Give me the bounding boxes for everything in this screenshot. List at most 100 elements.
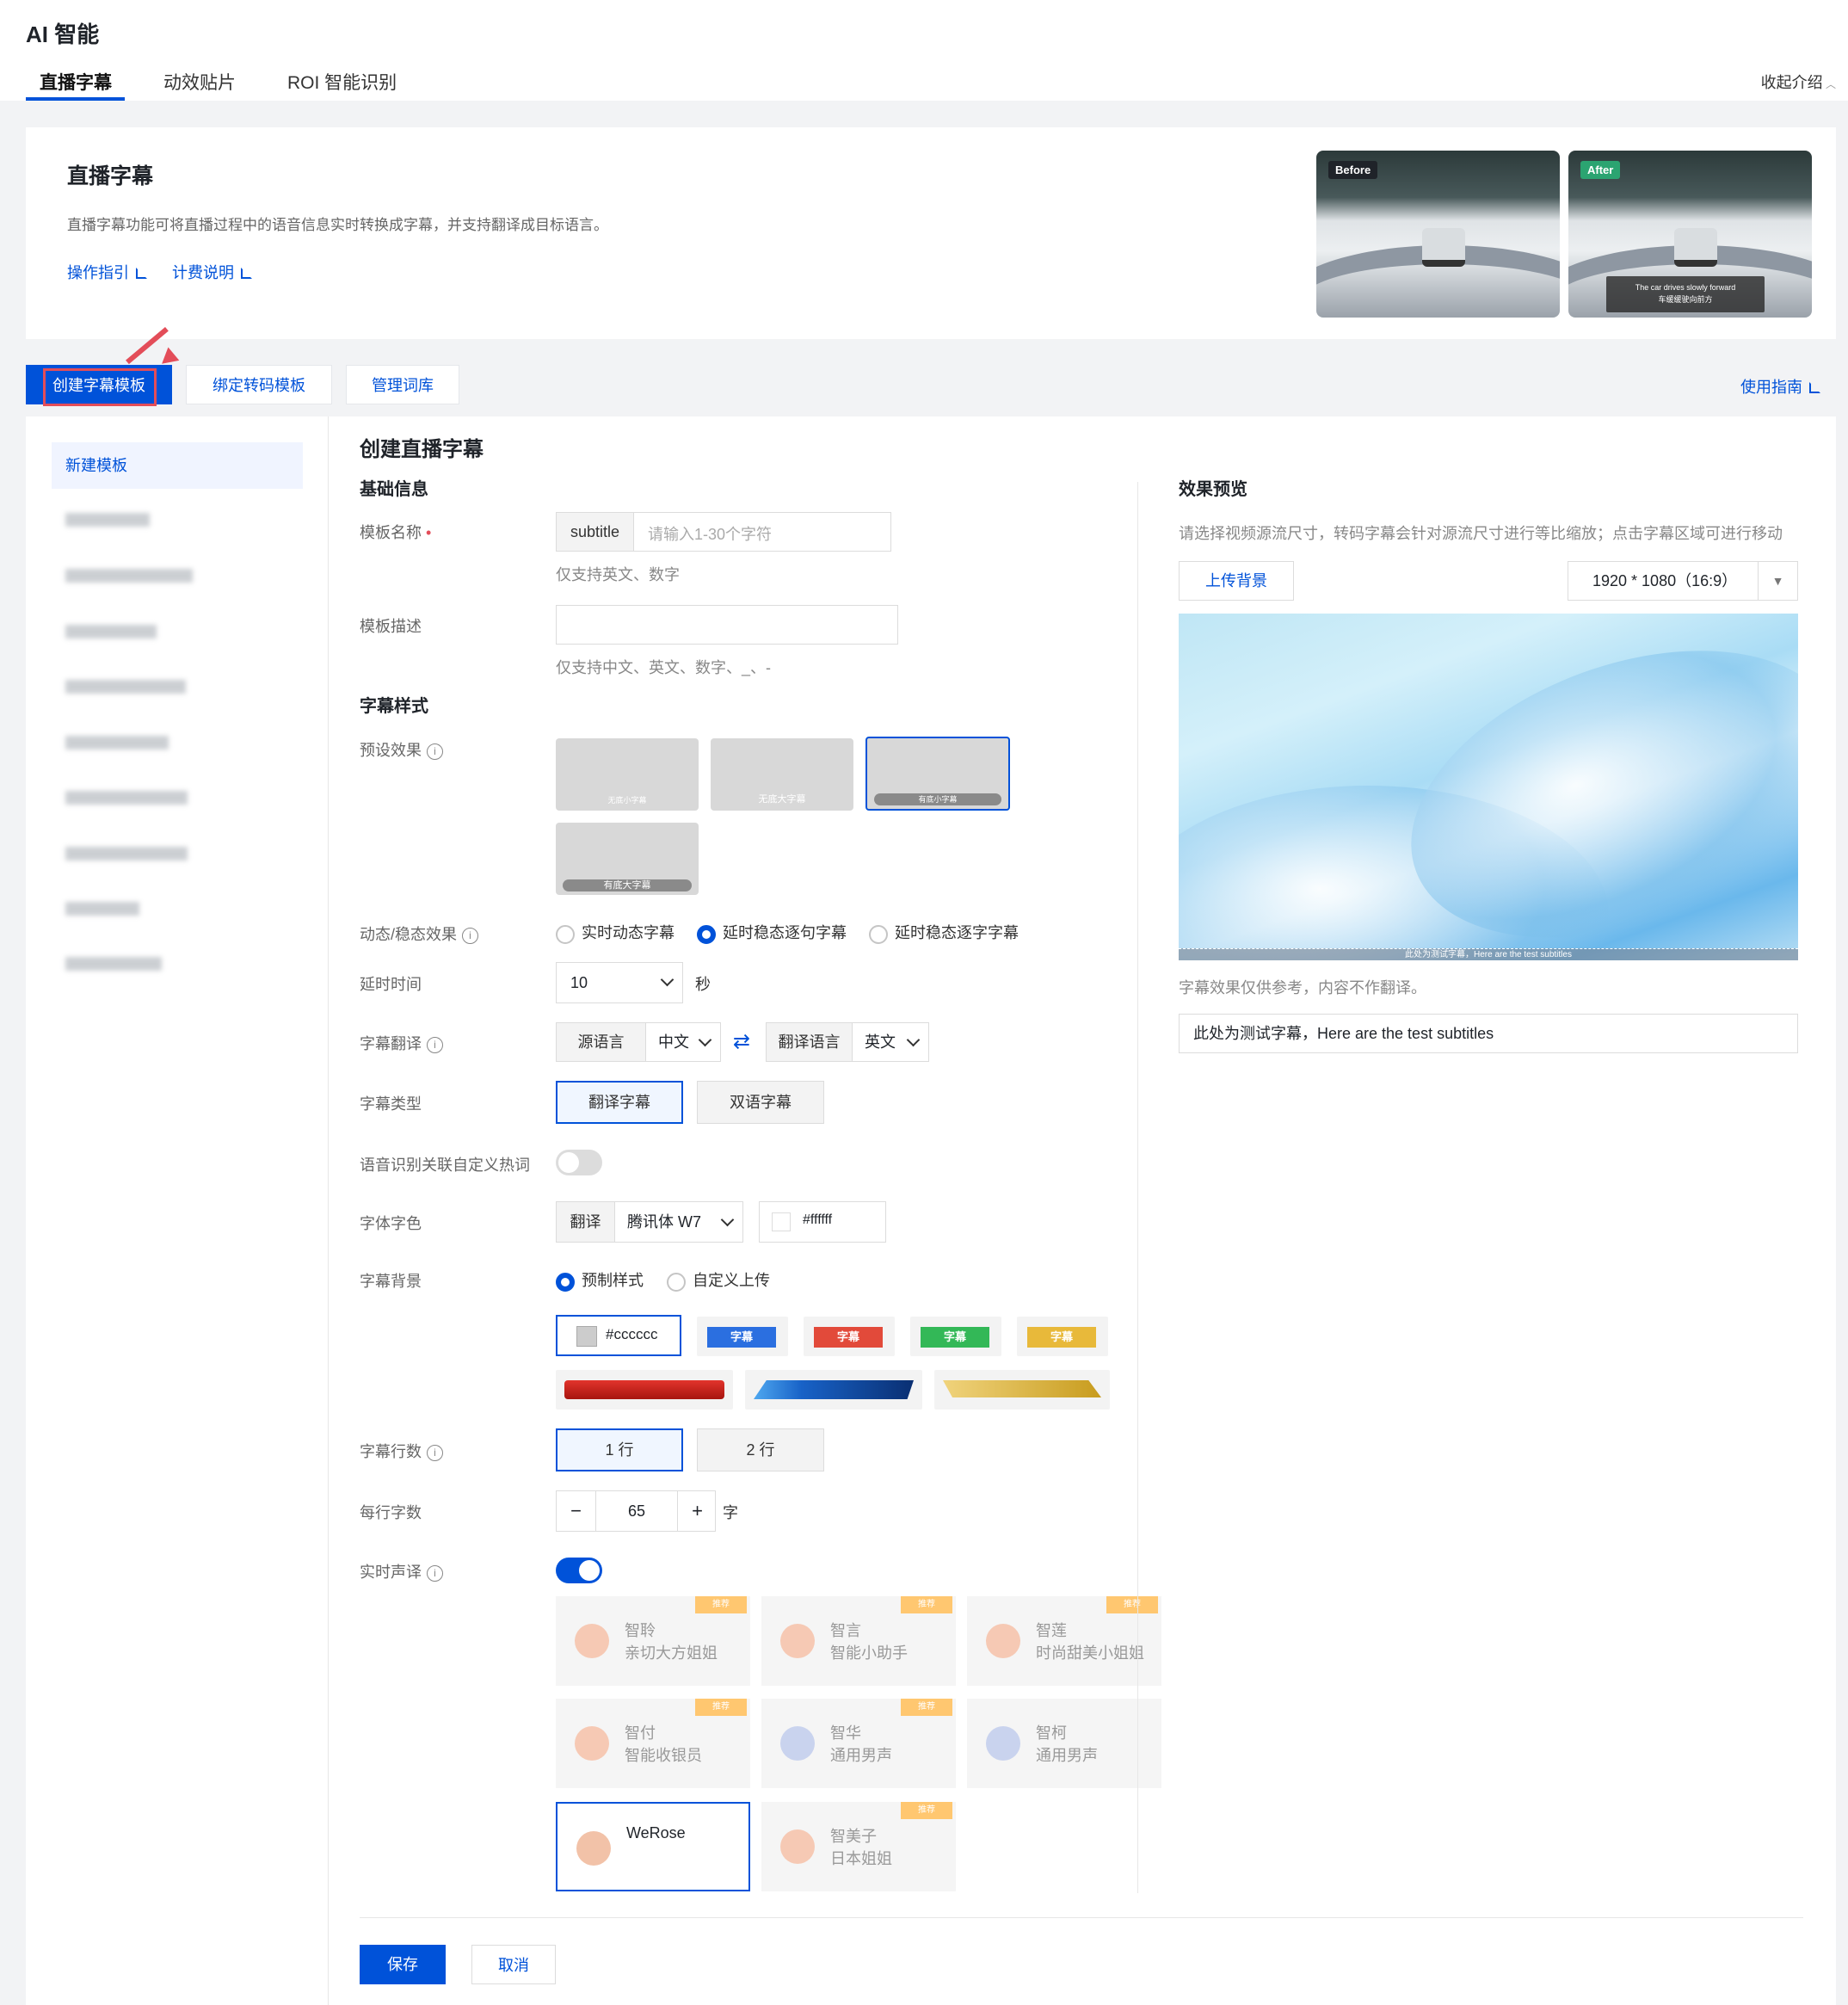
voice-name: 智付 (625, 1724, 656, 1742)
recommend-tag: 推荐 (1106, 1596, 1158, 1613)
hotword-toggle[interactable] (556, 1150, 602, 1175)
template-name-field[interactable]: subtitle 请输入1-30个字符 (556, 512, 891, 552)
info-icon[interactable]: i (427, 1444, 443, 1461)
sidebar-item[interactable] (65, 736, 169, 750)
lines-two-button[interactable]: 2 行 (697, 1428, 824, 1471)
delay-select[interactable]: 10 (556, 962, 683, 1003)
bg-blue-option[interactable]: 字幕 (697, 1317, 788, 1356)
voice-desc: 通用男声 (830, 1747, 892, 1764)
top-bar (0, 0, 1848, 101)
source-lang-select[interactable]: 中文 (646, 1023, 722, 1061)
tab-roi[interactable]: ROI 智能识别 (287, 69, 397, 95)
bg-gold-bar-option[interactable] (934, 1370, 1110, 1410)
avatar (780, 1624, 815, 1658)
bg-color-option[interactable]: #cccccc (556, 1315, 681, 1356)
usage-guide-link[interactable]: 使用指南 (1740, 375, 1820, 398)
radio-icon (869, 924, 888, 944)
font-select[interactable]: 腾讯体 W7 (615, 1202, 744, 1242)
minus-button[interactable]: − (557, 1491, 596, 1531)
sidebar-divider (328, 416, 329, 2005)
sidebar-item[interactable] (65, 957, 162, 971)
sidebar-item[interactable] (65, 791, 188, 805)
bg-color-value: #cccccc (606, 1326, 658, 1342)
avatar (986, 1726, 1020, 1761)
radio-checked-icon (556, 1272, 575, 1292)
info-icon[interactable]: i (427, 1564, 443, 1582)
bg-preset-radio[interactable]: 预制样式 (556, 1268, 644, 1292)
bg-green-option[interactable]: 字幕 (910, 1317, 1001, 1356)
manage-lexicon-tab[interactable]: 管理词库 (346, 365, 459, 404)
recommend-tag: 推荐 (901, 1699, 952, 1716)
sidebar-item[interactable] (65, 902, 139, 916)
preset-label-text: 预设效果 (360, 742, 422, 759)
preview-canvas[interactable]: 此处为测试字幕，Here are the test subtitles (1179, 614, 1798, 960)
sidebar-item-new-template[interactable]: 新建模板 (52, 442, 303, 489)
recommend-tag: 推荐 (695, 1699, 747, 1716)
preset-small-no-bg[interactable]: 无底小字幕 (556, 738, 699, 811)
preset-large-no-bg[interactable]: 无底大字幕 (711, 738, 853, 811)
tts-toggle[interactable] (556, 1558, 602, 1583)
voice-card[interactable]: 推荐 智言 智能小助手 (761, 1596, 956, 1686)
blue-chip: 字幕 (707, 1327, 776, 1348)
sample-text-field[interactable]: 此处为测试字幕，Here are the test subtitles (1179, 1014, 1798, 1053)
upload-bg-button[interactable]: 上传背景 (1179, 561, 1294, 601)
swap-icon[interactable]: ⇄ (733, 1029, 750, 1054)
preset-small-bg[interactable]: 有底小字幕 (865, 737, 1010, 811)
sidebar-item[interactable] (65, 569, 193, 583)
billing-link[interactable]: 计费说明 (172, 261, 252, 283)
target-lang-select[interactable]: 英文 (853, 1023, 930, 1061)
recommend-tag: 推荐 (901, 1802, 952, 1819)
sidebar-item[interactable] (65, 680, 186, 694)
name-placeholder: 请输入1-30个字符 (648, 526, 773, 543)
preview-subtitle-overlay[interactable]: 此处为测试字幕，Here are the test subtitles (1179, 948, 1798, 960)
translate-label-text: 字幕翻译 (360, 1035, 422, 1052)
font-color-field[interactable]: #ffffff (759, 1201, 886, 1243)
chevron-down-icon (720, 1212, 735, 1227)
sidebar-item[interactable] (65, 847, 188, 861)
tab-live-subtitle[interactable]: 直播字幕 (40, 69, 112, 95)
type-translate-button[interactable]: 翻译字幕 (556, 1081, 683, 1124)
voice-card[interactable]: 推荐 智华 通用男声 (761, 1699, 956, 1788)
mode-sentence-radio[interactable]: 延时稳态逐句字幕 (697, 921, 847, 944)
external-link-icon (1809, 382, 1820, 393)
preset-large-bg[interactable]: 有底大字幕 (556, 823, 699, 895)
chars-value[interactable]: 65 (596, 1491, 677, 1531)
bg-blue-bar-option[interactable] (745, 1370, 922, 1410)
cancel-button[interactable]: 取消 (471, 1945, 556, 1984)
lines-one-button[interactable]: 1 行 (556, 1428, 683, 1471)
gold-bar (943, 1380, 1101, 1397)
bg-red-bar-option[interactable] (556, 1370, 733, 1410)
voice-card[interactable]: 推荐智付智能收银员 (556, 1699, 750, 1788)
tab-effect-sticker[interactable]: 动效贴片 (163, 69, 236, 95)
voice-card[interactable]: 推荐 智聆 亲切大方姐姐 (556, 1596, 750, 1686)
voice-desc: 智能收银员 (625, 1747, 702, 1764)
template-desc-field[interactable] (556, 605, 898, 645)
bg-red-option[interactable]: 字幕 (804, 1317, 895, 1356)
info-icon[interactable]: i (427, 743, 443, 760)
mode-word-radio[interactable]: 延时稳态逐字字幕 (869, 921, 1019, 944)
voice-card[interactable]: 智柯 通用男声 (967, 1699, 1161, 1788)
voice-card[interactable]: 推荐 智美子 日本姐姐 (761, 1802, 956, 1891)
operation-guide-link[interactable]: 操作指引 (67, 261, 147, 283)
voice-card-selected[interactable]: WeRose (556, 1802, 750, 1891)
sidebar-item[interactable] (65, 513, 150, 527)
collapse-intro-button[interactable]: 收起介绍 ︿ (1761, 71, 1836, 93)
mode-realtime-radio[interactable]: 实时动态字幕 (556, 921, 675, 944)
bind-transcode-tab[interactable]: 绑定转码模板 (186, 365, 332, 404)
voice-card[interactable]: 推荐 智莲 时尚甜美小姐姐 (967, 1596, 1161, 1686)
toggle-knob (579, 1560, 600, 1581)
bg-custom-radio[interactable]: 自定义上传 (667, 1268, 770, 1292)
save-button[interactable]: 保存 (360, 1945, 446, 1984)
type-bilingual-button[interactable]: 双语字幕 (697, 1081, 824, 1124)
after-caption-zh: 车缓缓驶向前方 (1658, 295, 1713, 304)
info-icon[interactable]: i (462, 927, 479, 944)
bg-yellow-option[interactable]: 字幕 (1017, 1317, 1108, 1356)
resolution-select[interactable]: 1920 * 1080（16:9） ▼ (1568, 561, 1798, 601)
plus-button[interactable]: + (677, 1491, 717, 1531)
page-title: 创建直播字幕 (360, 438, 484, 461)
info-icon[interactable]: i (427, 1036, 443, 1053)
name-prefix: subtitle (557, 513, 634, 551)
mode-realtime-label: 实时动态字幕 (582, 924, 675, 941)
radio-icon (556, 924, 575, 944)
sidebar-item[interactable] (65, 625, 157, 639)
